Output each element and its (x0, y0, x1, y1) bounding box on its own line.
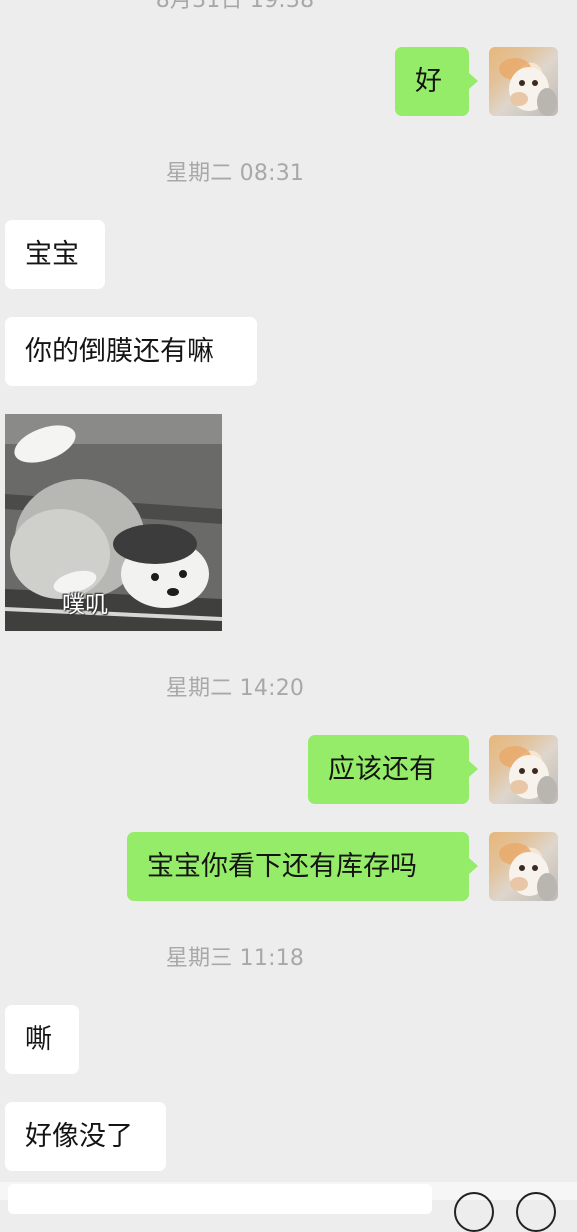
more-button[interactable] (516, 1192, 556, 1232)
cat-avatar-drawing (499, 843, 557, 901)
cat-avatar-icon[interactable] (489, 832, 558, 901)
incoming-message-bubble[interactable]: 嘶 (5, 1005, 79, 1074)
emoji-button[interactable] (454, 1192, 494, 1232)
cat-avatar-icon[interactable] (489, 735, 558, 804)
outgoing-message-bubble[interactable]: 应该还有 (308, 735, 478, 804)
husky-sticker-image[interactable]: 噗叽 (5, 414, 222, 631)
chat-message-list[interactable]: 8月31日 19:38 好 星期二 08:31 宝宝 你的倒膜还有嘛 噗叽 星期… (0, 0, 577, 1232)
message-input[interactable] (8, 1184, 432, 1214)
timestamp: 星期二 08:31 (165, 161, 305, 186)
timestamp: 星期三 11:18 (165, 946, 305, 971)
cat-avatar-icon[interactable] (489, 47, 558, 116)
cat-avatar-drawing (499, 58, 557, 116)
timestamp: 8月31日 19:38 (155, 0, 315, 13)
incoming-message-bubble[interactable]: 好像没了 (5, 1102, 166, 1171)
outgoing-message-bubble[interactable]: 好 (395, 47, 478, 116)
sticker-caption: 噗叽 (62, 592, 108, 618)
incoming-message-bubble[interactable]: 宝宝 (5, 220, 105, 289)
timestamp: 星期二 14:20 (165, 676, 305, 701)
cat-avatar-drawing (499, 746, 557, 804)
outgoing-message-bubble[interactable]: 宝宝你看下还有库存吗 (127, 832, 478, 901)
incoming-message-bubble[interactable]: 你的倒膜还有嘛 (5, 317, 257, 386)
